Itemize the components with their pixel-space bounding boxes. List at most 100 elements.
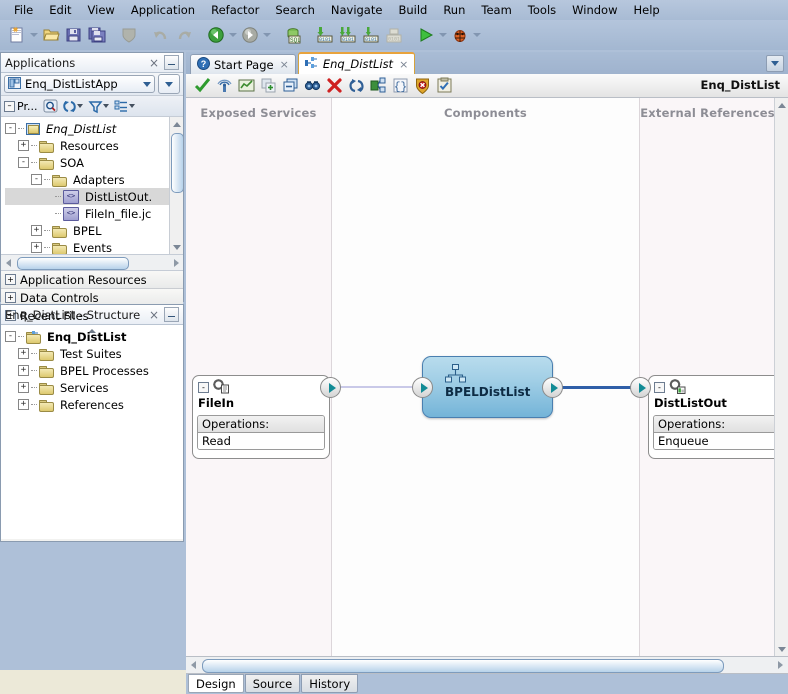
node-filein[interactable]: - FileIn Operations: Read	[192, 375, 330, 459]
distlistout-input-port[interactable]	[630, 377, 651, 398]
close-icon[interactable]: ×	[144, 308, 164, 322]
menu-file[interactable]: File	[6, 1, 41, 19]
forward-icon[interactable]	[239, 24, 261, 46]
composite-canvas[interactable]: Exposed Services Components External Ref…	[186, 98, 788, 657]
expand-icon[interactable]: +	[5, 292, 16, 303]
projects-collapse-icon[interactable]: –	[4, 100, 15, 112]
compile-icon[interactable]: 0101	[314, 24, 336, 46]
menu-edit[interactable]: Edit	[41, 1, 79, 19]
menu-build[interactable]: Build	[390, 1, 435, 19]
project-tree-horizontal-scrollbar[interactable]	[1, 255, 183, 271]
structure-tree-node[interactable]: + Services	[5, 379, 183, 396]
back-dropdown-caret[interactable]	[228, 24, 237, 46]
scroll-left-icon[interactable]	[1, 255, 15, 270]
scroll-left-icon[interactable]	[186, 657, 201, 673]
structure-tree-node[interactable]: + References	[5, 396, 183, 413]
node-bpeldistlist[interactable]: BPELDistList	[422, 356, 553, 418]
scrollbar-thumb[interactable]	[17, 257, 129, 270]
open-folder-icon[interactable]	[40, 24, 62, 46]
project-tree-node[interactable]: <> FileIn_file.jc	[5, 205, 183, 222]
scroll-up-icon[interactable]	[775, 98, 788, 112]
bpel-input-port[interactable]	[412, 377, 433, 398]
menu-tools[interactable]: Tools	[520, 1, 564, 19]
menu-run[interactable]: Run	[435, 1, 473, 19]
menu-view[interactable]: View	[80, 1, 123, 19]
debug-icon[interactable]	[449, 24, 471, 46]
run-icon[interactable]	[415, 24, 437, 46]
node-distlistout[interactable]: - DistListOut Operations: Enqueue	[648, 375, 788, 459]
close-icon[interactable]: ×	[144, 56, 164, 70]
structure-tree[interactable]: - Enq_DistList + Test Suites + BPEL Processes…	[1, 325, 183, 539]
filter-icon[interactable]	[86, 98, 104, 115]
search-icon[interactable]	[41, 98, 59, 115]
application-selector[interactable]: Enq_DistListApp	[4, 75, 155, 93]
expand-icon[interactable]: +	[31, 225, 42, 236]
menu-help[interactable]: Help	[625, 1, 667, 19]
application-menu-button[interactable]	[158, 74, 180, 94]
tab-source[interactable]: Source	[244, 674, 301, 693]
collapse-icon[interactable]: -	[654, 382, 665, 393]
menu-application[interactable]: Application	[123, 1, 203, 19]
collapse-icon[interactable]: -	[198, 382, 209, 393]
find-icon[interactable]	[301, 75, 323, 97]
refresh-icon[interactable]	[60, 98, 78, 115]
close-icon[interactable]: ×	[397, 58, 408, 71]
menu-team[interactable]: Team	[473, 1, 519, 19]
debug-dropdown-caret[interactable]	[472, 24, 481, 46]
project-tree-node[interactable]: + Events	[5, 239, 183, 254]
expand-icon[interactable]: +	[18, 382, 29, 393]
menu-window[interactable]: Window	[564, 1, 625, 19]
rebuild-icon[interactable]: 0101	[337, 24, 359, 46]
save-icon[interactable]	[63, 24, 85, 46]
policies-icon[interactable]	[433, 75, 455, 97]
refresh-composite-icon[interactable]	[345, 75, 367, 97]
scroll-up-icon[interactable]	[170, 117, 183, 131]
scroll-down-icon[interactable]	[775, 642, 788, 656]
toolbar-dropdown-caret[interactable]	[29, 24, 38, 46]
canvas-horizontal-scrollbar[interactable]	[186, 657, 788, 674]
tab-history[interactable]: History	[301, 674, 359, 693]
project-tree-node[interactable]: + Resources	[5, 137, 183, 154]
forward-dropdown-caret[interactable]	[262, 24, 271, 46]
scrollbar-thumb[interactable]	[202, 659, 724, 673]
wsdl-icon[interactable]	[213, 75, 235, 97]
run-dropdown-caret[interactable]	[438, 24, 447, 46]
new-file-icon[interactable]	[6, 24, 28, 46]
menu-search[interactable]: Search	[267, 1, 323, 19]
collapse-icon[interactable]: -	[5, 331, 16, 342]
collapse-icon[interactable]	[279, 75, 301, 97]
structure-tree-node[interactable]: - Enq_DistList	[5, 328, 183, 345]
collapse-icon[interactable]: -	[5, 123, 16, 134]
xpath-icon[interactable]: {}	[389, 75, 411, 97]
save-all-icon[interactable]	[86, 24, 108, 46]
structure-icon[interactable]	[367, 75, 389, 97]
operation-row[interactable]: Enqueue	[654, 433, 782, 449]
refresh-dropdown-caret[interactable]	[77, 104, 84, 108]
collapse-icon[interactable]: -	[31, 174, 42, 185]
operation-row[interactable]: Read	[198, 433, 324, 449]
expand-icon[interactable]: +	[18, 140, 29, 151]
tab-enq-distlist[interactable]: Enq_DistList ×	[297, 52, 416, 74]
tab-overflow-button[interactable]	[766, 55, 784, 72]
canvas-vertical-scrollbar[interactable]	[774, 98, 788, 656]
scroll-right-icon[interactable]	[773, 657, 788, 673]
project-tree[interactable]: - Enq_DistList + Resources - SOA - Adapters <> Di…	[1, 117, 183, 255]
filein-output-port[interactable]	[320, 377, 341, 398]
project-tree-node[interactable]: - SOA	[5, 154, 183, 171]
scrollbar-thumb[interactable]	[171, 133, 183, 193]
project-tree-node[interactable]: <> DistListOut.	[5, 188, 183, 205]
back-icon[interactable]	[205, 24, 227, 46]
menu-refactor[interactable]: Refactor	[203, 1, 267, 19]
minimize-icon[interactable]	[164, 307, 179, 322]
close-icon[interactable]: ×	[278, 58, 289, 71]
collapsed-panel-application-resources[interactable]: + Application Resources	[1, 271, 183, 289]
tab-start-page[interactable]: ? Start Page ×	[190, 54, 296, 74]
scroll-down-icon[interactable]	[170, 240, 183, 254]
sql-icon[interactable]: SQL	[282, 24, 304, 46]
options-icon[interactable]	[112, 98, 130, 115]
collapse-icon[interactable]: -	[18, 157, 29, 168]
delete-icon[interactable]	[323, 75, 345, 97]
project-tree-node[interactable]: - Adapters	[5, 171, 183, 188]
expand-icon[interactable]: +	[18, 365, 29, 376]
structure-tree-node[interactable]: + BPEL Processes	[5, 362, 183, 379]
